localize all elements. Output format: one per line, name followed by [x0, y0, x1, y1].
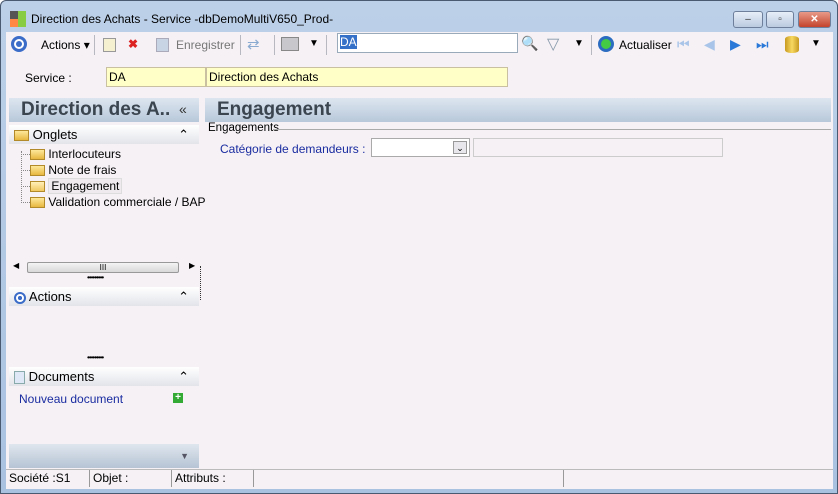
collapse-chevron-icon[interactable]: ⌃	[178, 125, 189, 144]
documents-section-header[interactable]: Documents ⌃	[9, 367, 199, 386]
panel-menu-dropdown-icon[interactable]: ▼	[180, 451, 189, 461]
status-panel	[254, 470, 564, 487]
new-document-link[interactable]: Nouveau document	[19, 392, 123, 406]
filter-dropdown-icon[interactable]: ▼	[574, 38, 584, 49]
page-title: Engagement	[217, 99, 332, 120]
panel-splitter[interactable]	[200, 266, 201, 300]
category-label: Catégorie de demandeurs :	[220, 142, 366, 156]
search-input[interactable]: DA	[337, 33, 518, 53]
filter-icon[interactable]: ▽	[547, 34, 559, 54]
tree-item[interactable]: Note de frais	[21, 162, 116, 178]
first-record-icon[interactable]: ⏮	[677, 36, 690, 53]
print-icon[interactable]	[281, 37, 299, 51]
documents-section-label: Documents	[28, 369, 95, 384]
group-label: Engagements	[208, 122, 279, 134]
chevron-down-icon[interactable]: ⌄	[453, 141, 467, 154]
app-icon	[10, 11, 26, 27]
refresh-button[interactable]: Actualiser	[619, 38, 672, 52]
separator	[326, 35, 327, 55]
horizontal-scrollbar[interactable]: ◀ III ▶	[9, 260, 199, 274]
collapse-chevron-icon[interactable]: ⌃	[178, 287, 189, 306]
save-button[interactable]: Enregistrer	[176, 38, 235, 52]
sync-icon[interactable]: ⇄	[247, 35, 260, 53]
category-select[interactable]: ⌄	[371, 138, 470, 157]
separator	[240, 35, 241, 55]
left-panel-header: Direction des A..	[9, 98, 199, 122]
search-value: DA	[340, 35, 357, 49]
save-icon	[156, 38, 169, 52]
status-company: Société :S1	[6, 470, 90, 487]
actions-menu[interactable]: Actions ▾	[41, 38, 90, 52]
actions-circle-icon[interactable]	[11, 36, 27, 52]
folder-icon	[14, 130, 29, 142]
actions-section-header[interactable]: Actions ⌃	[9, 287, 199, 306]
new-icon[interactable]	[103, 38, 116, 52]
app-window: Direction des Achats - Service -dbDemoMu…	[0, 0, 838, 494]
status-object: Objet :	[90, 470, 172, 487]
refresh-icon	[598, 36, 614, 52]
tabs-section-header[interactable]: Onglets ⌃	[9, 125, 199, 144]
actions-icon	[14, 291, 26, 304]
service-code-field[interactable]: DA	[106, 67, 206, 87]
left-panel-title: Direction des A..	[21, 99, 171, 120]
tabs-section-label: Onglets	[32, 127, 78, 142]
last-record-icon[interactable]: ⏭	[756, 36, 769, 53]
status-attributes: Attributs :	[172, 470, 254, 487]
service-name-field: Direction des Achats	[206, 67, 508, 87]
delete-icon[interactable]: ✖	[128, 37, 138, 51]
print-dropdown-icon[interactable]: ▼	[309, 38, 319, 49]
actions-label: Actions	[41, 38, 81, 52]
separator	[274, 35, 275, 55]
next-record-icon[interactable]: ▶	[730, 36, 741, 53]
actions-section-label: Actions	[28, 289, 72, 304]
previous-record-icon[interactable]: ◀	[704, 36, 715, 53]
splitter-grip[interactable]: •••••••••	[87, 273, 104, 282]
left-panel-footer: ▼	[9, 444, 199, 468]
database-dropdown-icon[interactable]: ▼	[811, 38, 821, 49]
window-title: Direction des Achats - Service -dbDemoMu…	[31, 12, 334, 26]
collapse-chevron-icon[interactable]: ⌃	[178, 367, 189, 386]
search-icon[interactable]: 🔍	[521, 35, 538, 52]
maximize-button[interactable]: ▫	[766, 11, 794, 28]
scrollbar-thumb[interactable]: III	[27, 262, 179, 273]
main-header: Engagement	[205, 98, 831, 122]
status-bar: Société :S1 Objet : Attributs :	[6, 469, 833, 487]
tree-item[interactable]: Validation commerciale / BAP	[21, 194, 206, 210]
collapse-panel-button[interactable]: «	[179, 101, 187, 117]
separator	[591, 35, 592, 55]
category-description-field	[473, 138, 723, 157]
close-button[interactable]: ✕	[798, 11, 831, 28]
group-divider	[273, 129, 831, 130]
service-label: Service :	[25, 71, 72, 85]
database-icon[interactable]	[785, 36, 799, 53]
minimize-button[interactable]: –	[733, 11, 763, 28]
tree-item-selected[interactable]: Engagement	[21, 178, 123, 194]
document-icon	[14, 371, 25, 385]
add-icon[interactable]: +	[173, 393, 183, 403]
splitter-grip[interactable]: •••••••••	[87, 353, 104, 362]
separator	[94, 35, 95, 55]
tree-item[interactable]: Interlocuteurs	[21, 146, 121, 162]
